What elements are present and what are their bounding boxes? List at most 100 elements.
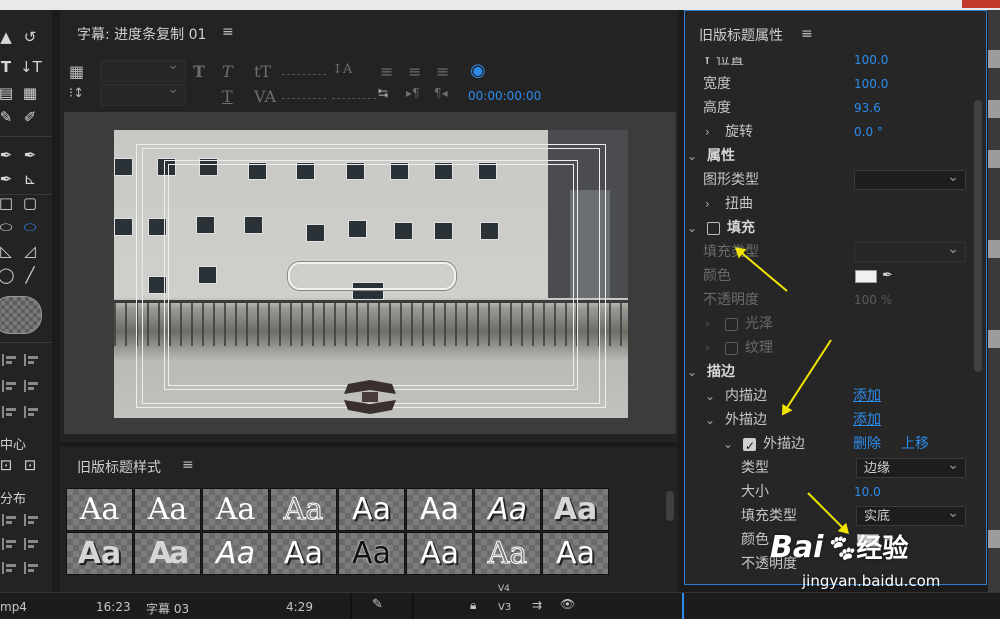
type-tool-icon[interactable]: T [0,58,16,76]
style-swatch[interactable]: Aa [406,488,473,531]
center-horizontal-icon[interactable]: ⊡ [0,456,16,474]
fill-opacity-value[interactable]: 100 % [854,289,892,311]
style-swatch[interactable]: Aa [202,488,269,531]
path-type-tool-icon[interactable]: ✎ [0,108,16,126]
stroke-fill-type-select[interactable]: 实底 [856,503,966,526]
row-distort[interactable]: › 扭曲 [685,193,975,215]
timecode[interactable]: 00:00:00:00 [468,89,541,103]
texture-checkbox[interactable] [725,342,738,355]
eye-icon[interactable]: 👁︎ [560,597,575,611]
leading-field[interactable] [332,98,376,99]
style-swatch[interactable]: Aa [474,488,541,531]
font-family-dropdown[interactable] [100,57,186,82]
row-inner-stroke[interactable]: ⌄ 内描边 添加 [685,385,975,407]
vertical-area-type-tool-icon[interactable]: ▦ [20,84,40,102]
kerning-field[interactable] [282,98,326,99]
convert-anchor-tool-icon[interactable]: ⊾ [20,170,40,188]
chevron-right-icon[interactable]: › [705,337,710,359]
distribute-right-icon[interactable] [2,562,18,574]
distribute-bottom-icon[interactable] [24,562,40,574]
leading-icon[interactable]: ↕A [332,62,352,77]
align-top-icon[interactable] [24,354,40,366]
row-rotation[interactable]: › 旋转 0.0 ° [685,121,975,143]
paragraph-icon[interactable]: ▸¶ [406,86,420,100]
row-stroke[interactable]: ⌄ 描边 [685,361,975,383]
kerning-icon[interactable]: VA [254,87,276,106]
sheen-checkbox[interactable] [725,318,738,331]
chevron-right-icon[interactable]: › [705,313,710,335]
graphic-type-select[interactable] [854,167,966,190]
style-swatch[interactable]: Aa [66,532,133,575]
style-swatch[interactable]: Aa [202,532,269,575]
inner-stroke-add-link[interactable]: 添加 [853,385,881,407]
align-center-v-icon[interactable] [24,380,40,392]
distribute-top-icon[interactable] [24,514,40,526]
style-swatch[interactable]: Aa [474,532,541,575]
outer-stroke-checkbox[interactable] [743,435,756,457]
align-bottom-icon[interactable] [24,406,40,418]
rounded-rectangle-shape[interactable] [288,262,456,290]
chevron-right-icon[interactable]: › [705,193,710,215]
panel-menu-icon[interactable]: ≡ [222,24,234,40]
style-swatch[interactable]: Aa [270,488,337,531]
tab-icon[interactable]: ↹ [378,86,388,100]
arc-tool-icon[interactable]: ◿ [20,242,40,260]
add-anchor-tool-icon[interactable]: ✒ [20,146,40,164]
vertical-type-tool-icon[interactable]: ↓T [20,58,42,76]
track-lock-icon[interactable]: ✎ [372,597,383,612]
align-center-text-icon[interactable]: ≡ [408,62,421,81]
row-attributes[interactable]: ⌄ 属性 [685,145,975,167]
clipped-rectangle-tool-icon[interactable]: ⬭ [0,218,16,236]
distribute-middle-icon[interactable] [24,538,40,550]
wedge-tool-icon[interactable]: ◺ [0,242,16,260]
rectangle-tool-icon[interactable]: □ [0,194,16,212]
style-swatch[interactable]: Aa [270,532,337,575]
tab-stops-icon[interactable]: ⁝↕ [69,86,84,101]
height-value[interactable]: 93.6 [854,97,881,119]
ellipse-tool-icon[interactable]: ◯ [0,266,16,284]
outer-stroke-add-link[interactable]: 添加 [853,409,881,431]
rounded-rectangle-tool-icon[interactable]: ▢ [20,194,40,212]
font-size-field[interactable] [282,74,326,75]
area-type-tool-icon[interactable]: ▤ [0,84,16,102]
properties-menu-icon[interactable]: ≡ [801,26,813,42]
delete-stroke-link[interactable]: 删除 [853,433,881,455]
timeline-clip-name[interactable]: 字幕 03 [146,600,189,617]
sync-icon[interactable]: ⇉ [532,598,542,612]
rotation-value[interactable]: 0.0 ° [854,121,883,143]
distribute-center-icon[interactable] [2,538,18,550]
chevron-down-icon[interactable]: ⌄ [705,409,715,431]
stroke-size-value[interactable]: 10.0 [854,481,881,503]
row-outer-stroke-item[interactable]: ⌄ 外描边 删除 上移 [685,433,975,457]
align-left-text-icon[interactable]: ≡ [380,62,393,81]
show-video-icon[interactable]: ◉ [470,60,486,81]
bold-icon[interactable]: T [193,62,205,81]
distribute-left-icon[interactable] [2,514,18,526]
style-swatch[interactable]: Aa [542,488,609,531]
style-swatch[interactable]: Aa [338,488,405,531]
move-up-link[interactable]: 上移 [901,433,929,455]
window-close-area[interactable] [962,0,1000,8]
style-swatch[interactable]: Aa [134,488,201,531]
align-left-icon[interactable] [2,354,18,366]
playhead[interactable] [682,593,684,619]
chevron-down-icon[interactable]: ⌄ [687,145,697,167]
line-tool-icon[interactable]: ╱ [20,266,40,284]
center-vertical-icon[interactable]: ⊡ [20,456,40,474]
font-size-icon[interactable]: tT [254,62,271,81]
styles-scrollbar[interactable] [666,491,674,521]
align-right-icon[interactable] [2,406,18,418]
chevron-down-icon[interactable]: ⌄ [687,217,697,239]
chevron-down-icon[interactable]: ⌄ [723,433,733,455]
style-swatch[interactable]: Aa [338,532,405,575]
chevron-right-icon[interactable]: › [705,121,710,143]
background-video-icon[interactable]: ▦ [69,62,84,81]
width-value[interactable]: 100.0 [854,73,888,95]
fill-checkbox[interactable] [707,222,720,235]
italic-icon[interactable]: T [222,62,233,81]
rounded-pill-tool-icon[interactable]: ⬭ [20,218,40,236]
style-swatch[interactable]: Aa [406,532,473,575]
selection-tool-icon[interactable]: ▲ [0,28,16,46]
rotation-tool-icon[interactable]: ↺ [20,28,40,46]
row-outer-stroke[interactable]: ⌄ 外描边 添加 [685,409,975,431]
